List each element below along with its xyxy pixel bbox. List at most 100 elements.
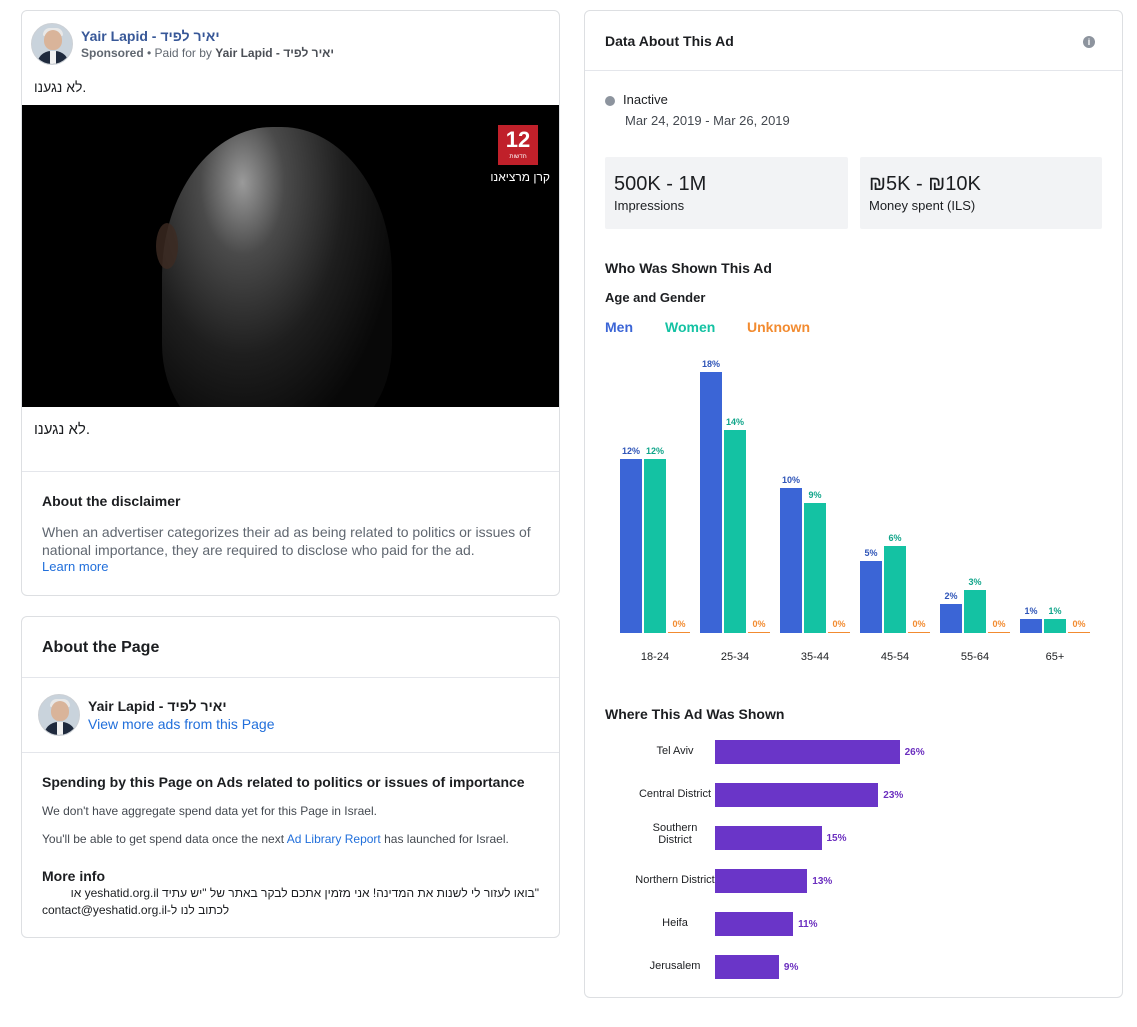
spending-line-2: You'll be able to get spend data once th… [42,832,509,846]
status-dot [605,96,615,106]
bar-value-label: 0% [912,618,926,629]
bar-value-label: 0% [752,618,766,629]
bar-value-label: 0% [672,618,686,629]
more-info-line-2: לכתוב לנו ל-contact@yeshatid.org.il [42,903,230,917]
bar-men-55-64 [940,604,962,633]
ad-caption: לא נגענו. [34,421,91,438]
learn-more-link[interactable]: Learn more [42,559,108,574]
bar-value-label: 3% [968,576,982,587]
spending-line-2-suffix: has launched for Israel. [380,832,509,846]
bar-value-label: 6% [888,533,902,543]
location-label: Jerusalem [649,960,701,972]
bar-women-35-44 [804,502,826,633]
card-divider [22,471,559,472]
age-category-label: 18-24 [640,651,670,663]
impressions-value: 500K - 1M [614,173,707,195]
location-label: Southern District [652,822,698,846]
channel-reporter-name: קרן מרציאנו [490,170,550,184]
more-info-line-1: "בואו לעזור לי לשנות את המדינה! אני מזמי… [70,886,539,900]
ad-page-name[interactable]: Yair Lapid - יאיר לפיד [81,28,220,44]
data-panel: Data About This Ad i Inactive Mar 24, 20… [584,10,1123,998]
bar-men-25-34 [700,372,722,633]
age-category-label: 35-44 [800,651,830,663]
more-info-title: More info [42,868,105,884]
ad-body-text: לא נגענו. [34,79,87,95]
location-bar [715,783,879,807]
about-page-title: About the Page [42,639,160,656]
bar-value-label: 10% [781,475,800,485]
card-divider [22,677,559,678]
status-label: Inactive [623,92,668,107]
channel-logo: 12 חדשות [498,125,538,165]
location-value-label: 26% [904,747,925,758]
spent-box: ₪5K - ₪10K Money spent (ILS) [860,157,1102,229]
data-panel-title: Data About This Ad [605,33,734,49]
about-page-name[interactable]: Yair Lapid - יאיר לפיד [88,698,227,714]
location-value-label: 13% [812,876,833,887]
card-divider [22,752,559,753]
video-figure [162,127,392,407]
bar-value-label: 18% [701,359,720,369]
channel-number: 12 [505,127,531,152]
location-label: Heifa [662,917,688,929]
sponsored-label: Sponsored [81,46,144,60]
bar-men-65+ [1020,618,1042,633]
bar-value-label: 0% [832,618,846,629]
ad-video[interactable]: 12 חדשות קרן מרציאנו [22,105,559,407]
bar-unknown-35-44 [828,631,850,633]
card-divider [585,70,1122,71]
location-value-label: 11% [798,919,818,930]
legend-men[interactable]: Men [605,319,633,335]
bar-value-label: 12% [645,446,664,456]
location-value-label: 23% [883,790,904,801]
spending-line-1: We don't have aggregate spend data yet f… [42,804,377,818]
page-avatar[interactable] [31,23,73,65]
page-avatar[interactable] [38,694,80,736]
channel-brand: חדשות [509,154,527,160]
spent-label: Money spent (ILS) [869,198,976,213]
location-label: Northern District [635,874,715,886]
where-title: Where This Ad Was Shown [605,706,785,722]
bar-value-label: 0% [992,618,1006,629]
ad-library-report-link[interactable]: Ad Library Report [287,832,381,846]
bar-value-label: 9% [808,489,822,500]
legend-unknown[interactable]: Unknown [747,319,810,335]
impressions-box: 500K - 1M Impressions [605,157,848,229]
bar-women-18-24 [644,459,666,633]
location-value-label: 15% [826,833,847,844]
paid-for-name[interactable]: Yair Lapid - יאיר לפיד [215,46,334,60]
about-page-card: About the Page Yair Lapid - יאיר לפיד Vi… [21,616,560,938]
age-category-label: 45-54 [880,651,910,663]
disclaimer-text: When an advertiser categorizes their ad … [42,524,531,558]
sponsored-line: Sponsored • Paid for by Yair Lapid - יאי… [81,46,334,60]
age-gender-title: Age and Gender [605,290,706,305]
age-gender-chart: 12% 12% 0% 18-24 18% 14% 0% 25-34 10% 9% 0% 35-44 5%… [585,341,1122,681]
bar-unknown-18-24 [668,631,690,633]
bar-unknown-45-54 [908,631,930,633]
view-more-ads-link[interactable]: View more ads from this Page [88,716,275,732]
legend-women[interactable]: Women [665,319,715,335]
bar-unknown-25-34 [748,631,770,633]
who-title: Who Was Shown This Ad [605,260,772,276]
location-chart: Tel Aviv 26% Central District 23% Southern D… [585,731,1122,991]
bar-value-label: 0% [1072,618,1086,629]
ad-card: Yair Lapid - יאיר לפיד Sponsored • Paid … [21,10,560,596]
location-bar [715,955,779,979]
location-value-label: 9% [783,962,799,973]
age-category-label: 25-34 [720,651,750,663]
bar-women-25-34 [724,430,746,633]
bar-men-18-24 [620,459,642,633]
disclaimer-title: About the disclaimer [42,493,181,509]
age-category-label: 65+ [1045,651,1065,663]
info-icon[interactable]: i [1083,36,1095,48]
spending-title: Spending by this Page on Ads related to … [42,774,525,790]
date-range: Mar 24, 2019 - Mar 26, 2019 [625,113,790,128]
location-bar [715,740,900,764]
location-bar [715,869,808,893]
bar-men-35-44 [780,488,802,633]
video-ear [156,223,178,269]
impressions-label: Impressions [614,198,685,213]
spending-line-2-prefix: You'll be able to get spend data once th… [42,832,287,846]
paid-for-prefix: • Paid for by [143,46,216,60]
location-bar [715,826,822,850]
